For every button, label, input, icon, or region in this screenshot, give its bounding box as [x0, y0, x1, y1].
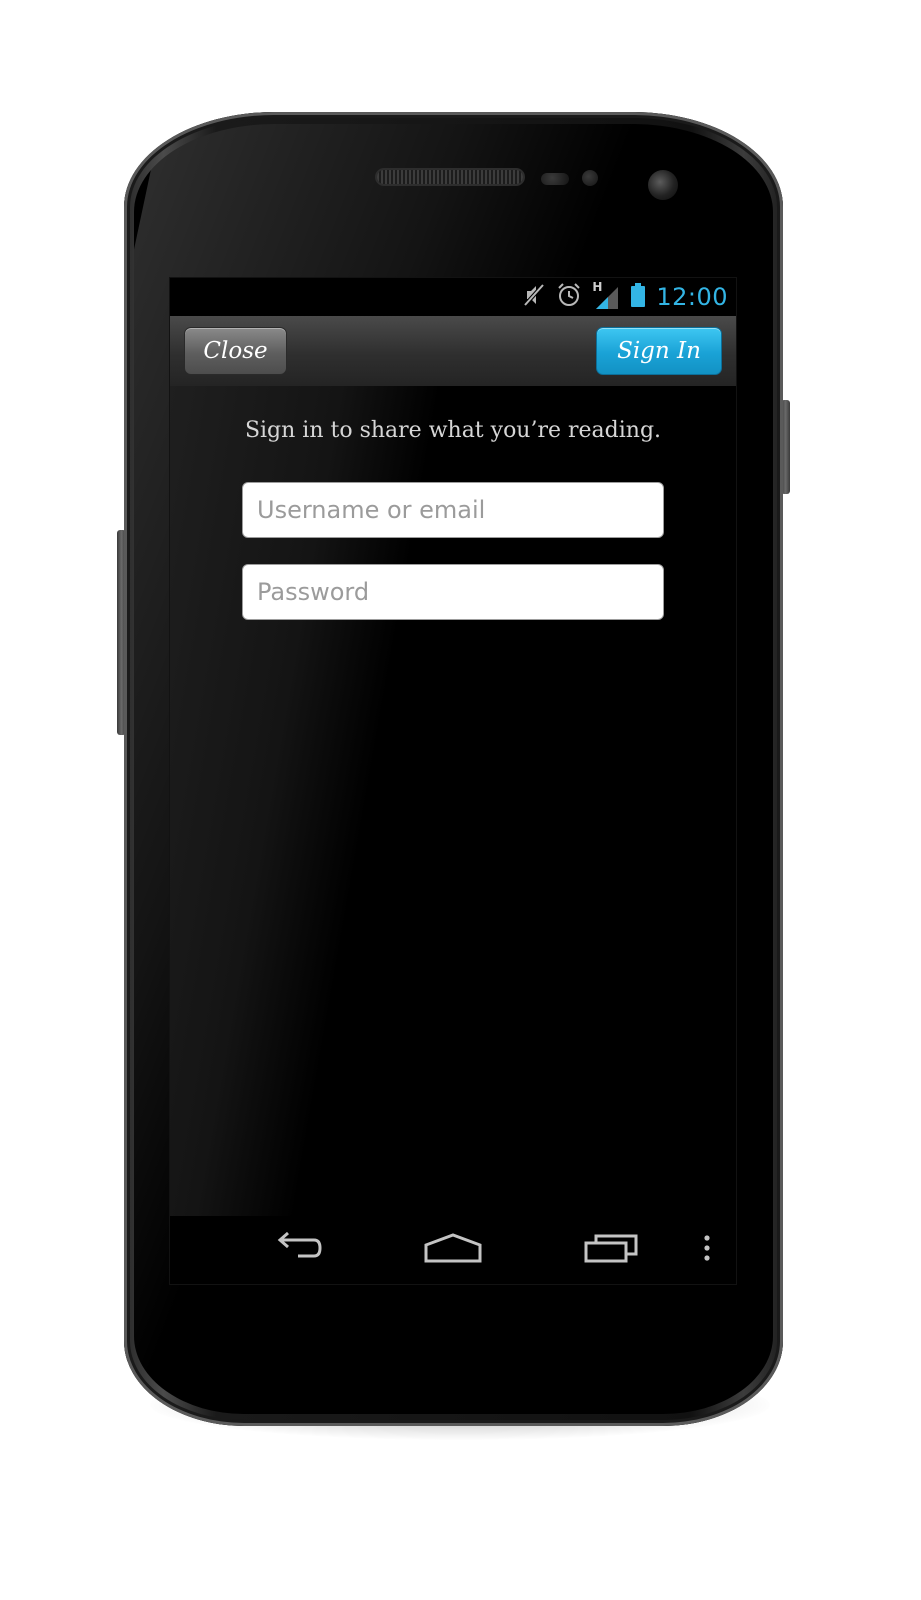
status-icons: H 12:00 — [522, 280, 728, 312]
earpiece-speaker — [377, 170, 523, 184]
back-button[interactable] — [262, 1226, 330, 1274]
password-input[interactable] — [242, 564, 664, 620]
battery-icon — [630, 282, 646, 312]
overflow-menu-button[interactable] — [692, 1226, 722, 1274]
sign-in-form: Sign in to share what you’re reading. — [170, 386, 736, 1216]
username-input[interactable] — [242, 482, 664, 538]
recent-apps-button[interactable] — [576, 1226, 646, 1274]
app-screen: H 12:00 Close Sign In Sign in to share w… — [170, 278, 736, 1284]
overflow-menu-icon — [703, 1233, 711, 1267]
alarm-icon — [556, 282, 582, 312]
sign-in-prompt: Sign in to share what you’re reading. — [244, 418, 662, 443]
recent-apps-icon — [582, 1231, 640, 1269]
light-sensor — [582, 170, 598, 186]
proximity-sensor — [541, 173, 569, 185]
front-camera — [648, 170, 678, 200]
navigation-bar — [170, 1216, 736, 1284]
mute-icon — [522, 282, 546, 312]
device-mockup: H 12:00 Close Sign In Sign in to share w… — [0, 0, 921, 1600]
close-button[interactable]: Close — [184, 327, 287, 375]
signal-icon: H — [592, 280, 620, 310]
home-button[interactable] — [416, 1226, 490, 1274]
sign-in-button[interactable]: Sign In — [596, 327, 722, 375]
home-icon — [422, 1231, 484, 1269]
action-bar: Close Sign In — [170, 316, 736, 387]
clock-time: 12:00 — [656, 283, 728, 311]
back-icon — [268, 1230, 324, 1270]
status-bar: H 12:00 — [170, 278, 736, 316]
